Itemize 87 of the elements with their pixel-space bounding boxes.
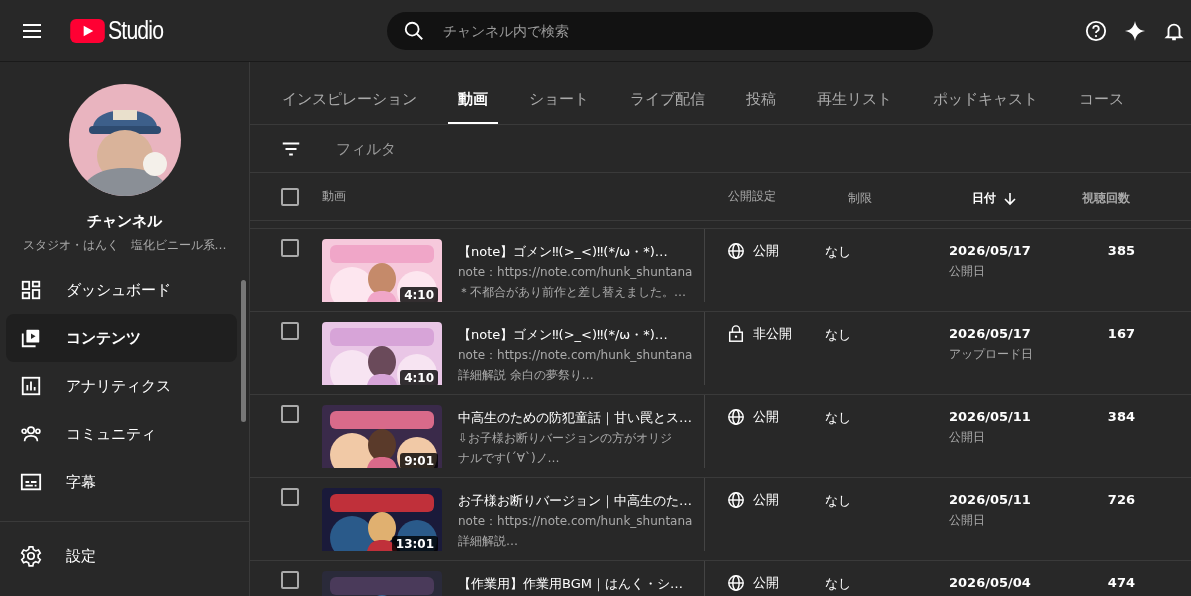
nav-item[interactable]: コミュニティ [6,410,237,458]
logo-text: Studio [108,16,164,45]
nav-item[interactable]: コンテンツ [6,314,237,362]
tab[interactable]: コース [1069,76,1134,124]
visibility-text[interactable]: 公開 [753,574,779,592]
date-text: 2026/05/11 [949,409,1032,424]
globe-icon [727,491,745,509]
tab[interactable]: インスピレーション [272,76,427,124]
restriction-text: なし [825,327,851,342]
tab[interactable]: ポッドキャスト [923,76,1048,124]
view-count: 726 [1107,492,1135,507]
channel-label: チャンネル [86,212,163,231]
video-title[interactable]: お子様お断りバージョン｜中高生のた… [458,492,693,510]
video-title[interactable]: 【note】ゴメン‼(>_<)‼(*/ω・*)… [458,326,693,344]
nav-item[interactable]: 字幕 [6,458,237,506]
tab[interactable]: ショート [519,76,599,124]
video-description: note：https://note.com/hunk_shuntana [458,347,693,364]
search-field[interactable]: チャンネル内で検索 [386,11,933,50]
bar-chart-icon [20,375,42,397]
menu-icon[interactable] [22,22,42,39]
column-header[interactable]: 動画 [322,188,346,205]
filter-field[interactable]: フィルタ [334,138,538,159]
duration-badge: 4:10 [400,287,438,302]
tab[interactable]: 再生リスト [807,76,902,124]
visibility-text[interactable]: 公開 [753,491,779,509]
video-title[interactable]: 中高生のための防犯童話｜甘い罠とス… [458,409,692,427]
checkbox[interactable] [281,239,299,257]
arrow-down-icon[interactable] [1004,191,1016,206]
video-library-icon [20,327,42,349]
date-note: 公開日 [949,429,986,446]
globe-icon [727,574,745,592]
checkbox[interactable] [281,187,299,206]
checkbox[interactable] [281,405,299,423]
video-title[interactable]: 【note】ゴメン‼(>_<)‼(*/ω・*)… [458,243,693,261]
date-text: 2026/05/17 [949,243,1032,258]
date-text: 2026/05/04 [949,575,1032,590]
restriction-text: なし [825,410,851,425]
date-note: 公開日 [949,263,986,280]
visibility-text[interactable]: 公開 [753,242,779,260]
visibility-text[interactable]: 非公開 [753,325,792,343]
settings-item[interactable]: 設定 [6,532,237,580]
restriction-text: なし [825,244,851,259]
view-count: 385 [1107,243,1135,258]
checkbox[interactable] [281,322,299,340]
duration-badge: 4:10 [400,370,438,385]
restriction-text: なし [825,493,851,508]
view-count: 384 [1107,409,1135,424]
scrollbar[interactable] [241,280,246,422]
nav-item[interactable]: ダッシュボード [6,266,237,314]
tab[interactable]: ライブ配信 [620,76,715,124]
nav-item[interactable]: アナリティクス [6,362,237,410]
column-header[interactable]: 視聴回数 [1082,190,1130,207]
checkbox[interactable] [281,488,299,506]
channel-name: スタジオ・はんく 塩化ビニール系… [21,237,228,254]
subtitles-icon [20,471,42,493]
view-count: 167 [1107,326,1135,341]
video-description: note：https://note.com/hunk_shuntana [458,513,693,530]
view-count: 474 [1107,575,1135,590]
settings-icon [20,545,42,567]
globe-icon [727,408,745,426]
duration-badge: 13:01 [391,536,438,551]
column-header[interactable]: 制限 [848,190,872,207]
checkbox[interactable] [281,571,299,589]
video-description: ナルです(´∀`)ノ… [458,450,561,467]
tab[interactable]: 動画 [448,76,498,124]
duration-badge: 9:01 [400,453,438,468]
lock-icon [727,325,745,343]
date-text: 2026/05/17 [949,326,1032,341]
search-icon [402,19,425,42]
globe-icon [727,242,745,260]
tab[interactable]: 投稿 [736,76,786,124]
help-icon[interactable] [1085,19,1107,42]
video-description: 詳細解説… [458,533,519,550]
date-note: アップロード日 [949,346,1034,363]
date-text: 2026/05/11 [949,492,1032,507]
date-note: 公開日 [949,512,986,529]
video-title[interactable]: 【作業用】作業用BGM｜はんく・シ… [458,575,683,593]
column-header[interactable]: 公開設定 [728,188,776,205]
video-description: note：https://note.com/hunk_shuntana [458,264,693,281]
grid-icon [20,279,42,301]
column-header[interactable]: 日付 [972,190,996,207]
video-description: 詳細解説 余白の夢祭り… [458,367,595,384]
visibility-text[interactable]: 公開 [753,408,779,426]
play-logo-icon [70,18,105,43]
video-description: ＊不都合があり前作と差し替えました。… [458,284,687,301]
video-description: ⇩お子様お断りバージョンの方がオリジ [458,430,674,447]
restriction-text: なし [825,576,851,591]
